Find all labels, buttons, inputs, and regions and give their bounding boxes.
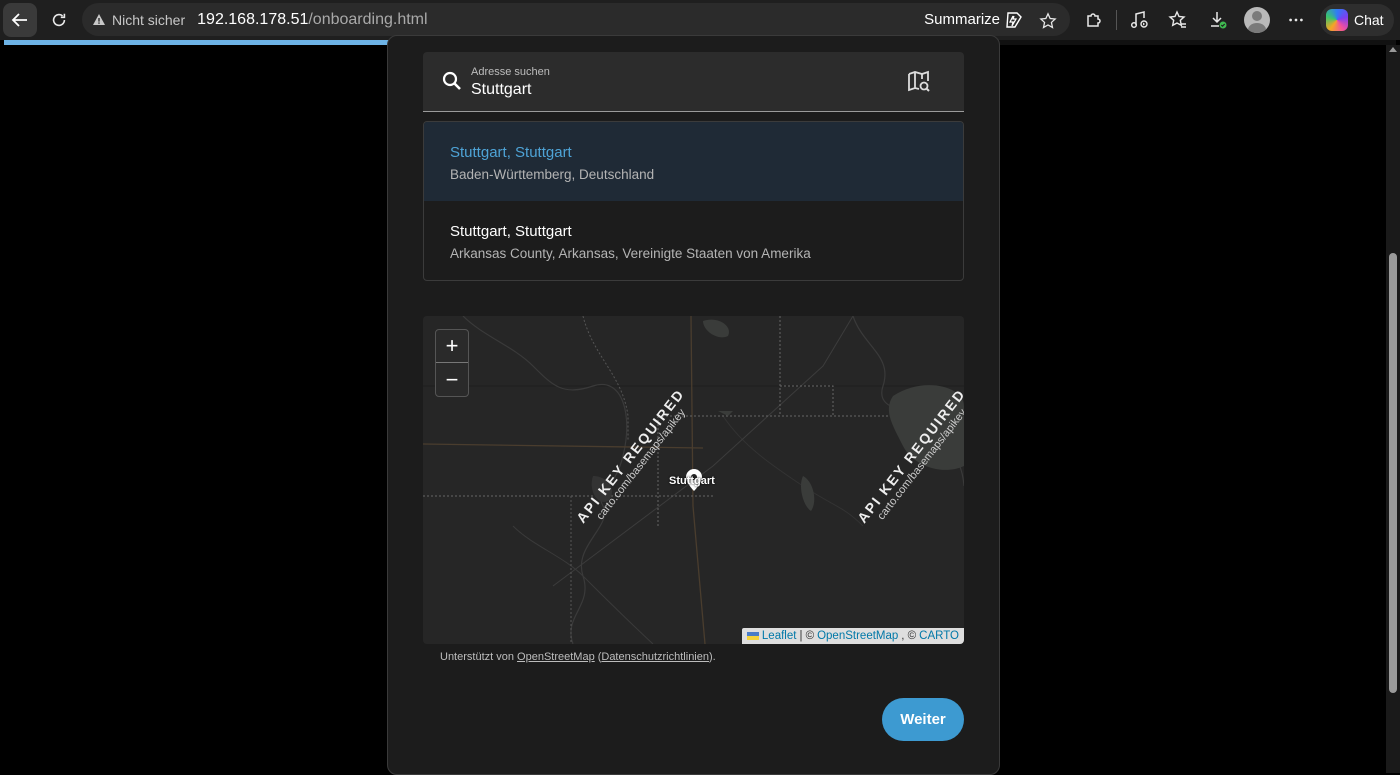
warning-icon bbox=[92, 13, 106, 27]
security-status[interactable]: Nicht sicher bbox=[112, 12, 185, 28]
url-path: /onboarding.html bbox=[308, 10, 428, 28]
back-button[interactable] bbox=[3, 3, 37, 37]
result-item-stuttgart-de[interactable]: Stuttgart, Stuttgart Baden-Württemberg, … bbox=[424, 122, 963, 201]
search-field-label: Adresse suchen bbox=[471, 66, 550, 78]
powered-by-prefix: Unterstützt von bbox=[440, 651, 514, 663]
arrow-left-icon bbox=[11, 13, 27, 27]
chat-label: Chat bbox=[1354, 12, 1384, 28]
result-item-stuttgart-us[interactable]: Stuttgart, Stuttgart Arkansas County, Ar… bbox=[424, 201, 963, 280]
attribution-separator: , © bbox=[901, 630, 917, 642]
zoom-in-button[interactable]: + bbox=[436, 330, 468, 363]
reload-icon bbox=[52, 13, 66, 27]
download-icon bbox=[1211, 12, 1227, 29]
summarize-icon bbox=[1006, 11, 1022, 28]
profile-avatar[interactable] bbox=[1244, 7, 1270, 33]
copilot-icon bbox=[1326, 9, 1348, 31]
puzzle-icon bbox=[1087, 13, 1101, 27]
more-menu-button[interactable] bbox=[1280, 4, 1312, 36]
leaflet-link[interactable]: Leaflet bbox=[762, 630, 797, 642]
more-horizontal-icon bbox=[1289, 18, 1303, 22]
star-icon bbox=[1039, 12, 1057, 29]
copilot-chat-button[interactable]: Chat bbox=[1320, 4, 1394, 36]
zoom-control: + − bbox=[435, 329, 469, 397]
favorites-list-icon bbox=[1168, 10, 1186, 28]
scrollbar[interactable] bbox=[1386, 45, 1400, 773]
osm-link[interactable]: OpenStreetMap bbox=[517, 651, 595, 663]
browser-toolbar: Nicht sicher 192.168.178.51/onboarding.h… bbox=[0, 0, 1400, 40]
url-text[interactable]: 192.168.178.51/onboarding.html bbox=[197, 11, 427, 29]
url-host: 192.168.178.51 bbox=[197, 10, 309, 28]
downloads-button[interactable] bbox=[1202, 4, 1234, 36]
osm-attribution-link[interactable]: OpenStreetMap bbox=[817, 630, 898, 642]
search-input[interactable]: Stuttgart bbox=[471, 81, 531, 99]
result-title: Stuttgart, Stuttgart bbox=[450, 144, 572, 161]
search-results-list: Stuttgart, Stuttgart Baden-Württemberg, … bbox=[423, 121, 964, 281]
next-button[interactable]: Weiter bbox=[882, 698, 964, 741]
toolbar-divider bbox=[1116, 10, 1117, 30]
attribution-separator: | © bbox=[799, 630, 815, 642]
privacy-link[interactable]: Datenschutzrichtlinien bbox=[601, 651, 709, 663]
favorites-button[interactable] bbox=[1162, 4, 1194, 36]
media-button[interactable] bbox=[1123, 4, 1155, 36]
summarize-label: Summarize bbox=[924, 11, 1000, 28]
carto-link[interactable]: CARTO bbox=[919, 630, 959, 642]
summarize-button[interactable]: Summarize bbox=[924, 3, 1024, 36]
result-subtitle: Baden-Württemberg, Deutschland bbox=[450, 167, 655, 182]
address-search-field[interactable]: Adresse suchen Stuttgart bbox=[423, 52, 964, 112]
paren-close: ). bbox=[709, 651, 716, 663]
result-subtitle: Arkansas County, Arkansas, Vereinigte St… bbox=[450, 246, 811, 261]
map-search-icon[interactable] bbox=[907, 70, 931, 94]
result-title: Stuttgart, Stuttgart bbox=[450, 223, 572, 240]
scroll-up-arrow[interactable] bbox=[1389, 47, 1397, 52]
map-attribution: Leaflet | © OpenStreetMap , © CARTO bbox=[741, 628, 964, 644]
music-icon bbox=[1130, 11, 1148, 29]
powered-by-note: Unterstützt von OpenStreetMap (Datenschut… bbox=[440, 651, 716, 663]
map-place-label: Stuttgart bbox=[669, 475, 715, 487]
favorite-button[interactable] bbox=[1032, 5, 1064, 37]
search-icon bbox=[442, 71, 461, 90]
map-view[interactable]: + − Stuttgart API KEY REQUIRED carto.com… bbox=[423, 316, 964, 644]
scroll-thumb[interactable] bbox=[1389, 253, 1397, 693]
reload-button[interactable] bbox=[43, 4, 75, 36]
address-bar[interactable]: Nicht sicher 192.168.178.51/onboarding.h… bbox=[82, 3, 1070, 36]
zoom-out-button[interactable]: − bbox=[436, 363, 468, 396]
extensions-button[interactable] bbox=[1078, 4, 1110, 36]
ukraine-flag-icon bbox=[746, 632, 759, 640]
